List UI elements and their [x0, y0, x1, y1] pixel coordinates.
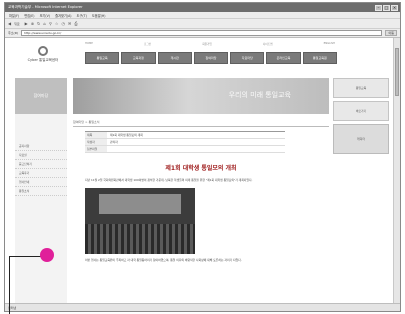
close-button[interactable]: × [391, 4, 398, 11]
nav-tab[interactable]: 교육과정 [121, 52, 156, 64]
article-body: 지난 11월 2일 국회의원회관에서 대학생 100여명이 참석한 가운데, 남… [85, 178, 253, 182]
sidebar-title: 참여마당 [15, 78, 67, 114]
photo-crowd [85, 224, 195, 254]
vertical-scrollbar[interactable] [393, 38, 400, 304]
history-icon[interactable]: ◷ [61, 21, 65, 26]
browser-window: 교육과학기술부 - Microsoft Internet Explorer – … [4, 2, 401, 312]
sidebar-item[interactable]: 자료실 [15, 151, 67, 160]
status-bar: 인터넷 [5, 303, 400, 311]
info-key: 작성자 [85, 139, 107, 145]
util-link[interactable]: 회원가입 [202, 42, 212, 46]
article-content: 참여마당 > 통일소식 제목 제1회 대학생 통일모의 개최 작성자 관리자 첨… [73, 120, 329, 304]
menu-help[interactable]: 도움말(H) [92, 13, 106, 18]
hero-banner: 우리의 미래 통일교육 [73, 78, 329, 114]
nav-tab[interactable]: 통일교육 [85, 52, 120, 64]
sidebar-item[interactable]: 공지사항 [15, 142, 67, 151]
util-link[interactable]: HOME [85, 42, 93, 46]
refresh-icon[interactable]: ↻ [37, 21, 40, 26]
right-sidebar: 통일교육 바로가기 캐릭터 [333, 78, 389, 218]
info-value: 제1회 대학생 통일모의 개최 [110, 133, 143, 137]
logo-mark-icon [38, 46, 48, 56]
print-icon[interactable]: ⎙ [74, 21, 77, 26]
quick-link-box[interactable]: 바로가기 [333, 101, 389, 121]
event-photo [85, 188, 195, 254]
sidebar-item[interactable]: 교육후기 [15, 169, 67, 178]
util-link[interactable]: 로그인 [144, 42, 151, 46]
photo-stage [99, 194, 181, 214]
info-row: 작성자 관리자 [85, 139, 285, 146]
main-nav: 통일교육 교육과정 게시판 참여마당 자료마당 온라인교육 통일교육원 [85, 52, 337, 64]
article-body-continued: 이번 행사는 통일교육원이 주최하고 각 대학 통일동아리가 참여하였으며, 통… [85, 258, 242, 262]
maximize-button[interactable]: □ [383, 4, 390, 11]
title-bar: 교육과학기술부 - Microsoft Internet Explorer – … [5, 3, 400, 12]
nav-tab[interactable]: 참여마당 [193, 52, 229, 64]
toolbar: ◀ 뒤로 ▶ ⊗ ↻ ⌂ ⚲ ☆ ◷ ✉ ⎙ [5, 19, 400, 29]
sidebar-item[interactable]: 행사안내 [15, 178, 67, 187]
breadcrumb: 참여마당 > 통일소식 [73, 120, 329, 127]
window-title: 교육과학기술부 - Microsoft Internet Explorer [8, 5, 83, 9]
scrollbar-thumb[interactable] [395, 48, 399, 96]
site-logo[interactable]: Cyber 통일교육센터 [15, 46, 71, 70]
minimize-button[interactable]: – [375, 4, 382, 11]
info-key: 제목 [85, 132, 107, 138]
address-label: 주소(D) [8, 31, 19, 35]
favorites-icon[interactable]: ☆ [55, 21, 59, 26]
nav-tab[interactable]: 온라인교육 [266, 52, 301, 64]
sidebar-item[interactable]: 묻고답하기 [15, 160, 67, 169]
article-title: 제1회 대학생 통일모의 개최 [165, 165, 237, 172]
menu-favorites[interactable]: 즐겨찾기(A) [55, 13, 71, 18]
article-info-table: 제목 제1회 대학생 통일모의 개최 작성자 관리자 첨부파일 [85, 131, 285, 153]
info-key: 첨부파일 [85, 146, 107, 152]
home-icon[interactable]: ⌂ [43, 21, 46, 26]
cursor-marker [40, 248, 54, 262]
site-header: Cyber 통일교육센터 HOME 로그인 회원가입 사이트맵 ENGLISH … [15, 42, 337, 72]
callout-leader-line [9, 256, 43, 314]
address-bar: 주소(D) http://www.uniedu.go.kr/ 이동 [5, 29, 400, 38]
go-button[interactable]: 이동 [385, 30, 397, 36]
nav-tab[interactable]: 게시판 [157, 52, 192, 64]
logo-text: Cyber 통일교육센터 [27, 58, 59, 62]
info-row: 제목 제1회 대학생 통일모의 개최 [85, 132, 285, 139]
menu-edit[interactable]: 편집(E) [24, 13, 34, 18]
utility-links: HOME 로그인 회원가입 사이트맵 ENGLISH [85, 42, 335, 46]
stop-icon[interactable]: ⊗ [31, 21, 34, 26]
address-input[interactable]: http://www.uniedu.go.kr/ [21, 30, 383, 36]
search-icon[interactable]: ⚲ [49, 21, 52, 26]
nav-tab[interactable]: 통일교육원 [302, 52, 337, 64]
util-link[interactable]: 사이트맵 [263, 42, 273, 46]
back-icon[interactable]: ◀ [8, 21, 11, 26]
menu-tools[interactable]: 도구(T) [77, 13, 87, 18]
menu-view[interactable]: 보기(V) [40, 13, 51, 18]
quick-link-box[interactable]: 통일교육 [333, 78, 389, 98]
menu-bar: 파일(F) 편집(E) 보기(V) 즐겨찾기(A) 도구(T) 도움말(H) [5, 12, 400, 19]
mascot-image: 캐릭터 [333, 124, 389, 154]
nav-tab[interactable]: 자료마당 [230, 52, 265, 64]
page-viewport: Cyber 통일교육센터 HOME 로그인 회원가입 사이트맵 ENGLISH … [5, 38, 400, 304]
sidebar-item[interactable]: 통일소식 [15, 187, 67, 196]
info-row: 첨부파일 [85, 146, 285, 153]
mail-icon[interactable]: ✉ [68, 21, 71, 26]
menu-file[interactable]: 파일(F) [9, 13, 19, 18]
info-value: 관리자 [110, 140, 118, 144]
forward-icon[interactable]: ▶ [25, 21, 28, 26]
util-link[interactable]: ENGLISH [324, 42, 335, 46]
banner-slogan: 우리의 미래 통일교육 [228, 91, 291, 99]
back-label[interactable]: 뒤로 [14, 22, 20, 26]
